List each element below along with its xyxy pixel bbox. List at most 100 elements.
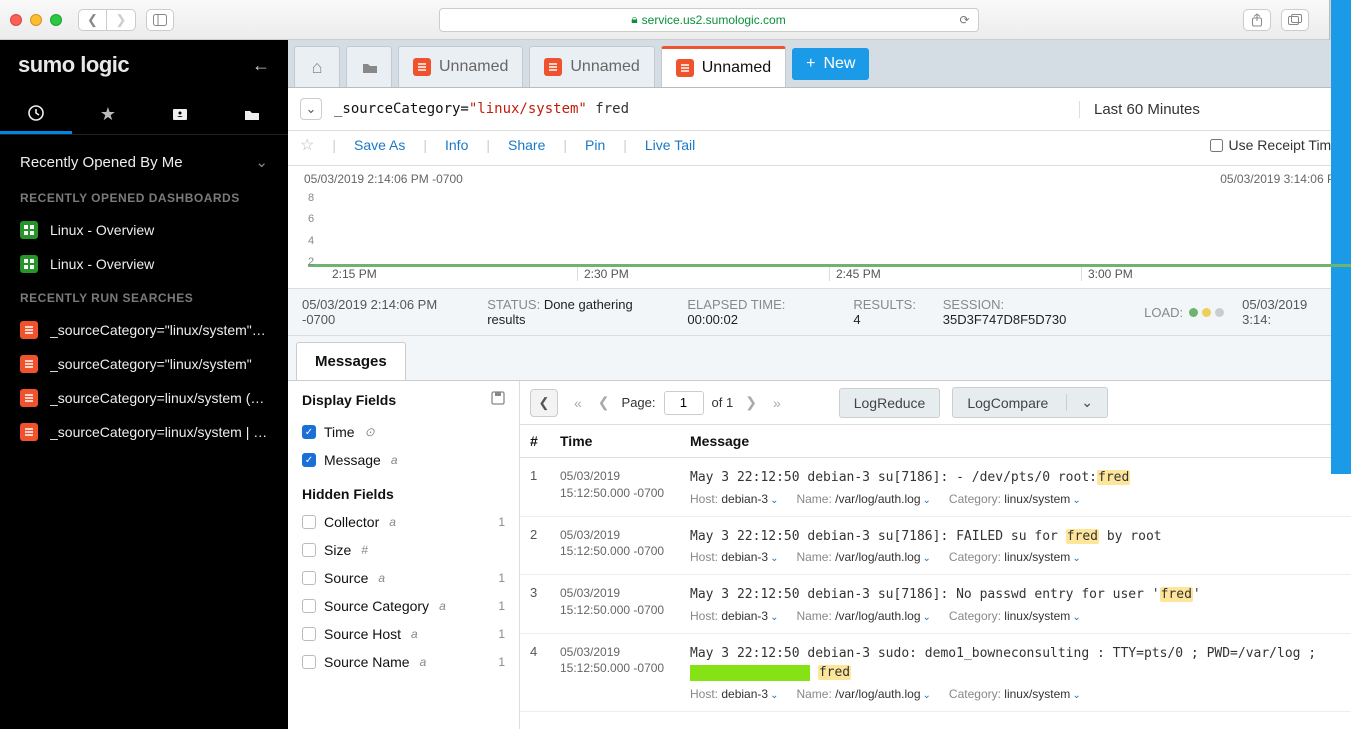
field-checkbox[interactable]: [302, 543, 316, 557]
field-checkbox[interactable]: ✓: [302, 453, 316, 467]
close-window-icon[interactable]: [10, 14, 22, 26]
query-input[interactable]: _sourceCategory="linux/system" fred: [334, 101, 1067, 117]
share-button[interactable]: [1243, 9, 1271, 31]
timeline-start-label: 05/03/2019 2:14:06 PM -0700: [304, 172, 463, 186]
sidebar-item-label: Linux - Overview: [50, 222, 268, 238]
field-checkbox[interactable]: [302, 515, 316, 529]
table-row[interactable]: 405/03/201915:12:50.000 -0700May 3 22:12…: [520, 634, 1351, 712]
chevron-down-icon[interactable]: ⌄: [923, 690, 931, 701]
row-number: 4: [530, 644, 560, 701]
favorite-button[interactable]: ☆: [300, 135, 314, 155]
search-tab[interactable]: Unnamed: [661, 46, 786, 87]
minimize-window-icon[interactable]: [30, 14, 42, 26]
search-tab[interactable]: Unnamed: [529, 46, 654, 87]
reload-icon[interactable]: ⟳: [959, 13, 969, 27]
chevron-down-icon[interactable]: ⌄: [1072, 553, 1080, 564]
logreduce-button[interactable]: LogReduce: [839, 388, 941, 418]
tabs-overview-button[interactable]: [1281, 9, 1309, 31]
field-checkbox[interactable]: [302, 627, 316, 641]
chevron-down-icon[interactable]: ⌄: [255, 153, 268, 171]
sidebar-tab-personal[interactable]: [144, 94, 216, 134]
search-tab[interactable]: Unnamed: [398, 46, 523, 87]
field-item[interactable]: Sourcea1: [302, 564, 505, 592]
pin-link[interactable]: Pin: [585, 137, 605, 153]
live-tail-link[interactable]: Live Tail: [645, 137, 695, 153]
page-prev-button[interactable]: ❮: [594, 394, 614, 411]
row-number: 2: [530, 527, 560, 565]
chevron-down-icon[interactable]: ⌄: [1072, 495, 1080, 506]
info-link[interactable]: Info: [445, 137, 468, 153]
page-next-button[interactable]: ❯: [741, 394, 761, 411]
sidebar-item[interactable]: _sourceCategory=linux/system ("s...: [0, 381, 288, 415]
row-number: 3: [530, 585, 560, 623]
field-checkbox[interactable]: [302, 599, 316, 613]
sidebar-toggle-button[interactable]: [146, 9, 174, 31]
maximize-window-icon[interactable]: [50, 14, 62, 26]
messages-tab[interactable]: Messages: [296, 342, 406, 380]
sidebar: sumo logic ← ★ Recently Opened By Me ⌄ R: [0, 40, 288, 729]
tab-label: Unnamed: [702, 59, 771, 77]
x-tick: 2:45 PM: [829, 267, 1081, 281]
share-link[interactable]: Share: [508, 137, 545, 153]
folder-open-icon: [361, 58, 377, 76]
sidebar-item[interactable]: _sourceCategory="linux/system" fr...: [0, 313, 288, 347]
field-item[interactable]: ✓Time⊙: [302, 418, 505, 446]
field-item[interactable]: Source Categorya1: [302, 592, 505, 620]
chevron-down-icon[interactable]: ⌄: [923, 553, 931, 564]
sidebar-item[interactable]: _sourceCategory=linux/system | p...: [0, 415, 288, 449]
page-first-button[interactable]: «: [570, 395, 586, 411]
page-last-button[interactable]: »: [769, 395, 785, 411]
save-as-link[interactable]: Save As: [354, 137, 405, 153]
chevron-down-icon[interactable]: ⌄: [1072, 612, 1080, 623]
tab-label: Unnamed: [439, 58, 508, 76]
table-row[interactable]: 205/03/201915:12:50.000 -0700May 3 22:12…: [520, 517, 1351, 576]
sidebar-tab-recents[interactable]: [0, 94, 72, 134]
field-checkbox[interactable]: ✓: [302, 425, 316, 439]
time-range-selector[interactable]: Last 60 Minutes: [1079, 101, 1339, 118]
sidebar-item[interactable]: Linux - Overview: [0, 213, 288, 247]
sidebar-item[interactable]: _sourceCategory="linux/system": [0, 347, 288, 381]
field-item[interactable]: Source Hosta1: [302, 620, 505, 648]
logcompare-button[interactable]: LogCompare ⌄: [952, 387, 1108, 418]
row-message: May 3 22:12:50 debian-3 sudo: demo1_bown…: [690, 644, 1341, 701]
sidebar-tab-favorites[interactable]: ★: [72, 94, 144, 134]
chevron-down-icon[interactable]: ⌄: [770, 553, 778, 564]
chevron-down-icon[interactable]: ⌄: [770, 690, 778, 701]
collapse-sidebar-button[interactable]: ←: [252, 55, 270, 76]
field-item[interactable]: Size#: [302, 536, 505, 564]
receipt-time-checkbox[interactable]: [1210, 139, 1223, 152]
log-line: May 3 22:12:50 debian-3 su[7186]: FAILED…: [690, 527, 1341, 547]
sidebar-item-label: Linux - Overview: [50, 256, 268, 272]
new-tab-button[interactable]: + New: [792, 48, 869, 80]
field-item[interactable]: Source Namea1: [302, 648, 505, 676]
row-message: May 3 22:12:50 debian-3 su[7186]: - /dev…: [690, 468, 1341, 506]
table-row[interactable]: 105/03/201915:12:50.000 -0700May 3 22:12…: [520, 458, 1351, 517]
collapse-messages-button[interactable]: ❮: [530, 389, 558, 417]
chevron-down-icon[interactable]: ⌄: [923, 495, 931, 506]
field-type: ⊙: [365, 425, 375, 439]
library-tab[interactable]: [346, 46, 392, 87]
field-checkbox[interactable]: [302, 571, 316, 585]
chevron-down-icon[interactable]: ⌄: [1072, 690, 1080, 701]
field-checkbox[interactable]: [302, 655, 316, 669]
table-row[interactable]: 305/03/201915:12:50.000 -0700May 3 22:12…: [520, 575, 1351, 634]
url-bar[interactable]: 🔒︎ service.us2.sumologic.com ⟳: [439, 8, 979, 32]
sidebar-tab-library[interactable]: [216, 94, 288, 134]
field-item[interactable]: Collectora1: [302, 508, 505, 536]
back-button[interactable]: ❮: [79, 10, 107, 30]
page-input[interactable]: [664, 391, 704, 415]
field-item[interactable]: ✓Messagea: [302, 446, 505, 474]
page-label: Page:: [622, 395, 656, 410]
sidebar-dropdown-label[interactable]: Recently Opened By Me: [20, 154, 183, 171]
home-tab[interactable]: ⌂: [294, 46, 340, 87]
chevron-down-icon[interactable]: ⌄: [923, 612, 931, 623]
forward-button[interactable]: ❯: [107, 10, 135, 30]
sidebar-item[interactable]: Linux - Overview: [0, 247, 288, 281]
browser-toolbar: ❮ ❯ 🔒︎ service.us2.sumologic.com ⟳ +: [0, 0, 1351, 40]
query-expand-button[interactable]: ⌄: [300, 98, 322, 120]
chevron-down-icon[interactable]: ⌄: [770, 495, 778, 506]
app-tabs: ⌂ Unnamed Unnamed Unnamed + New: [288, 40, 1351, 88]
save-icon[interactable]: [491, 391, 505, 408]
field-type: a: [378, 571, 385, 585]
chevron-down-icon[interactable]: ⌄: [770, 612, 778, 623]
